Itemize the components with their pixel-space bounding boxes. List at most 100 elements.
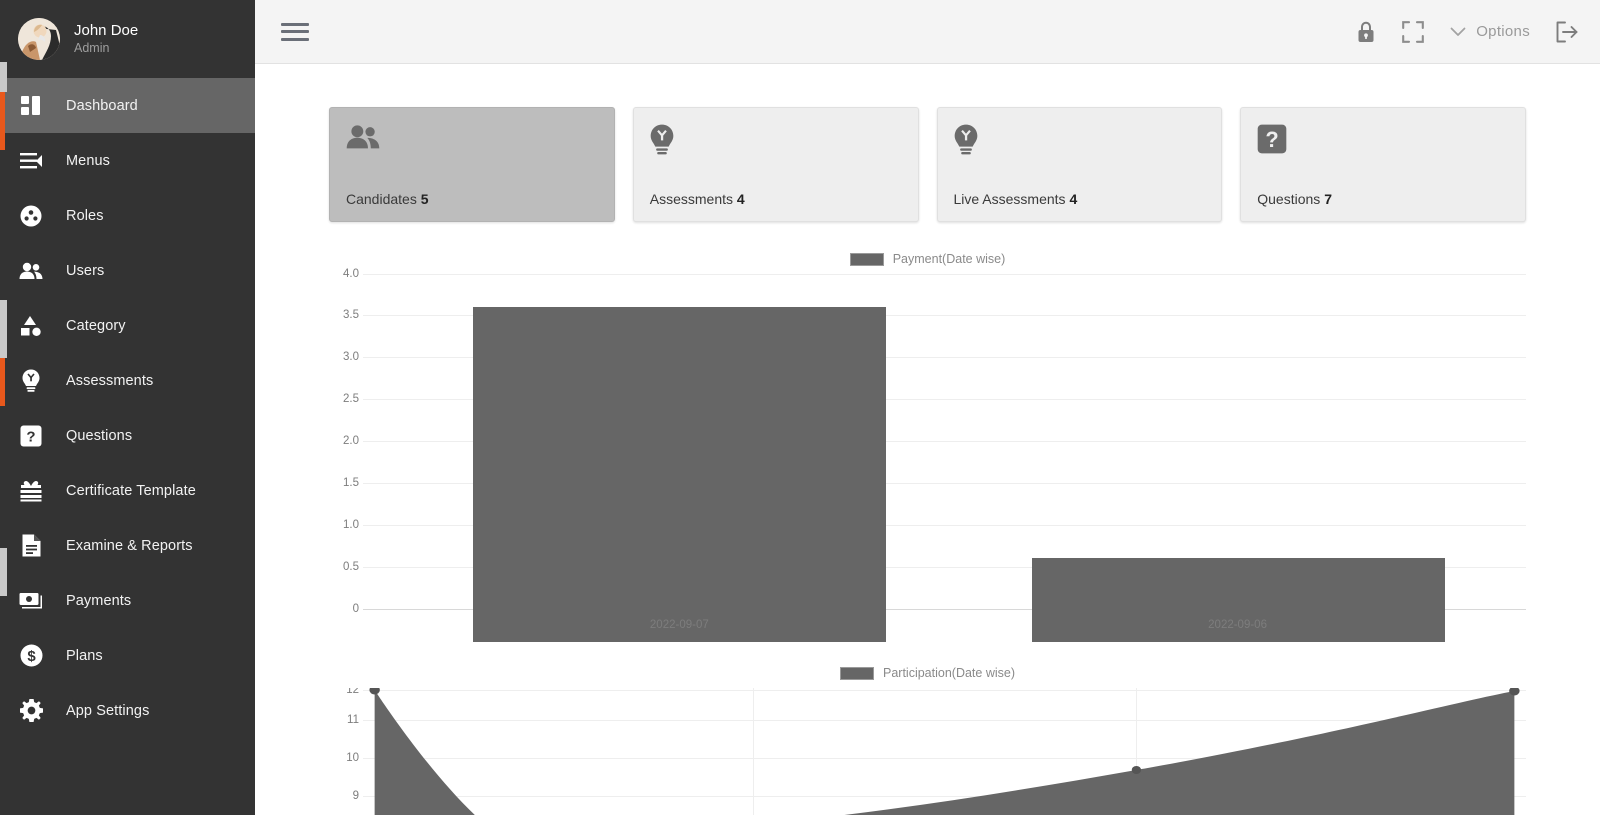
stat-card-candidates[interactable]: Candidates 5 [329,107,615,222]
svg-text:?: ? [1266,127,1279,152]
stat-card-footer: Questions 7 [1257,191,1509,221]
y-tick: 9 [352,790,359,802]
participation-area-series[interactable] [363,688,1526,815]
main-area: Options Candidates 5 Assessments 4 Live … [255,0,1600,815]
stat-card-value: 4 [736,191,745,207]
profile-name: John Doe [74,21,139,39]
scrollbar-thumb[interactable] [0,300,7,358]
profile-header[interactable]: John Doe Admin [0,0,255,78]
menu-list-icon [18,148,44,174]
lightbulb-icon [18,368,44,394]
lock-icon[interactable] [1356,21,1376,43]
bar-payment-0[interactable] [473,307,887,642]
stat-card-label: Candidates [346,191,417,207]
payment-chart-plot: 0 0.5 1.0 1.5 2.0 2.5 3.0 3.5 4.0 2022-0… [329,268,1526,642]
top-bar: Options [255,0,1600,64]
scrollbar-thumb[interactable] [0,62,7,92]
x-tick: 2022-09-06 [1208,619,1267,631]
dashboard-grid-icon [18,93,44,119]
money-note-icon [18,588,44,614]
top-bar-actions: Options [1356,20,1578,43]
certificate-icon [18,478,44,504]
avatar [18,18,60,60]
sidebar-item-dashboard[interactable]: Dashboard [0,78,255,133]
scrollbar-accent-segment [0,358,5,406]
users-icon [18,258,44,284]
stat-card-assessments[interactable]: Assessments 4 [632,107,919,222]
svg-text:?: ? [26,428,35,445]
y-tick: 2.5 [343,393,359,405]
logout-arrow-icon[interactable] [1556,21,1578,43]
app-root: John Doe Admin Dashboard Menus Roles Use… [0,0,1600,815]
stat-cards: Candidates 5 Assessments 4 Live Assessme… [255,64,1600,222]
y-tick: 10 [346,752,359,764]
sidebar: John Doe Admin Dashboard Menus Roles Use… [0,0,255,815]
category-shapes-icon [18,313,44,339]
payment-chart: Payment(Date wise) 0 0.5 1.0 1.5 2.0 2.5… [255,244,1600,642]
sidebar-nav: Dashboard Menus Roles Users Category Ass… [0,78,255,738]
options-dropdown[interactable]: Options [1450,23,1530,40]
chevron-down-icon [1450,27,1466,37]
stat-card-questions[interactable]: ? Questions 7 [1240,107,1526,222]
sidebar-item-users[interactable]: Users [0,243,255,298]
gear-icon [18,698,44,724]
sidebar-item-certificate-template[interactable]: Certificate Template [0,463,255,518]
svg-text:$: $ [27,648,36,665]
y-tick: 11 [347,714,359,726]
scrollbar-thumb[interactable] [0,548,7,596]
legend-label: Participation(Date wise) [883,666,1015,680]
participation-chart-legend: Participation(Date wise) [329,658,1526,688]
y-tick: 3.5 [343,309,359,321]
stat-card-footer: Candidates 5 [346,191,598,221]
dashboard-content: Candidates 5 Assessments 4 Live Assessme… [255,64,1600,815]
participation-chart-grid [363,688,1526,815]
options-label: Options [1476,23,1530,40]
lightbulb-icon [650,124,902,162]
sidebar-item-assessments[interactable]: Assessments [0,353,255,408]
stat-card-label: Questions [1257,191,1321,207]
y-tick: 3.0 [343,351,359,363]
hamburger-menu-icon[interactable] [281,21,309,43]
sidebar-item-label: Dashboard [66,97,138,114]
sidebar-item-label: Category [66,317,126,334]
roles-badge-icon [18,203,44,229]
stat-card-value: 5 [420,191,429,207]
sidebar-item-category[interactable]: Category [0,298,255,353]
sidebar-item-menus[interactable]: Menus [0,133,255,188]
scrollbar-accent-segment [0,92,5,150]
stat-card-live-assessments[interactable]: Live Assessments 4 [936,107,1223,222]
payment-chart-grid: 2022-09-07 2022-09-06 [363,274,1526,642]
users-icon [346,124,598,162]
legend-swatch [849,252,884,266]
sidebar-item-roles[interactable]: Roles [0,188,255,243]
sidebar-item-app-settings[interactable]: App Settings [0,683,255,738]
y-tick: 1.5 [343,477,359,489]
sidebar-item-label: Menus [66,152,111,169]
sidebar-item-payments[interactable]: Payments [0,573,255,628]
sidebar-item-questions[interactable]: ? Questions [0,408,255,463]
stat-card-label: Assessments [649,191,733,207]
sidebar-scrollbar[interactable] [0,0,7,815]
profile-role: Admin [74,40,110,55]
sidebar-item-plans[interactable]: $ Plans [0,628,255,683]
y-tick: 1.0 [343,519,359,531]
stat-card-value: 7 [1324,191,1332,207]
stat-card-value: 4 [1069,191,1078,207]
y-tick: 2.0 [343,435,359,447]
sidebar-item-label: Certificate Template [66,482,196,499]
payment-chart-legend: Payment(Date wise) [329,244,1526,274]
sidebar-item-label: App Settings [66,702,150,719]
y-tick: 12 [346,688,359,696]
x-tick: 2022-09-07 [649,619,709,631]
participation-chart-y-axis: 12 11 10 9 [329,688,359,815]
fullscreen-expand-icon[interactable] [1402,20,1425,43]
question-box-icon: ? [18,423,44,449]
sidebar-item-label: Plans [66,647,103,664]
stat-card-footer: Assessments 4 [650,191,902,221]
dollar-circle-icon: $ [18,643,44,669]
sidebar-item-label: Assessments [66,372,154,389]
sidebar-item-label: Questions [66,427,133,444]
sidebar-item-label: Users [66,262,105,279]
legend-swatch [840,666,874,680]
sidebar-item-examine-reports[interactable]: Examine & Reports [0,518,255,573]
